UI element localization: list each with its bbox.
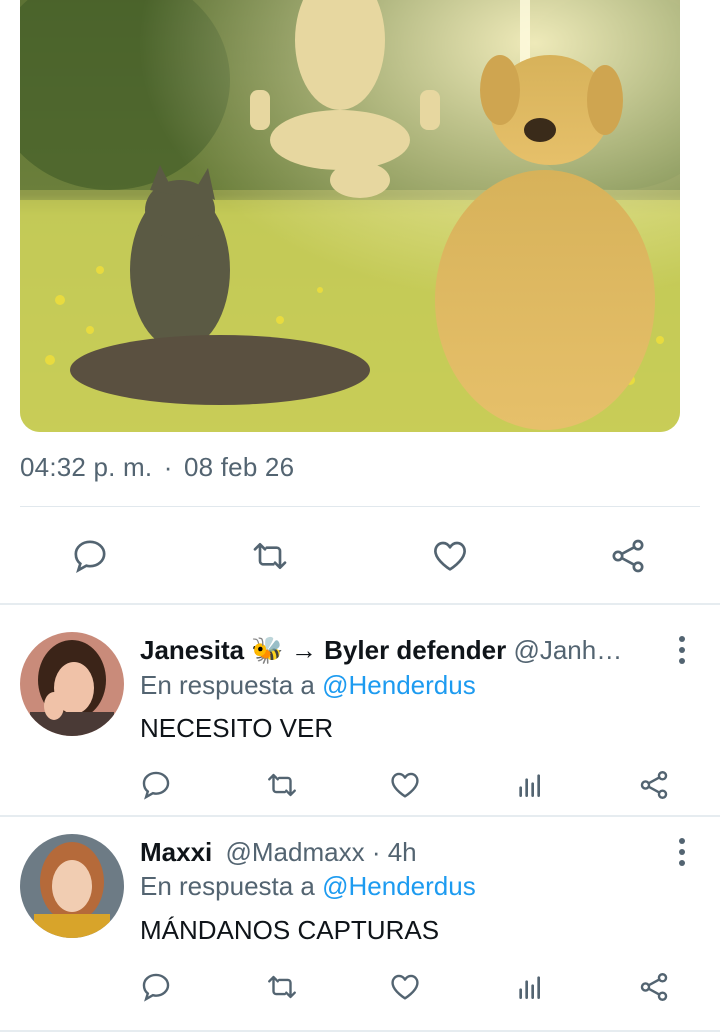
reply-icon — [74, 540, 106, 573]
tweet-action-bar — [0, 530, 720, 580]
user-avatar-image — [20, 632, 124, 736]
retweet-icon — [253, 543, 287, 569]
share-icon — [612, 539, 644, 573]
retweet-button[interactable] — [262, 969, 302, 1005]
more-dot-icon — [679, 636, 685, 642]
more-dot-icon — [679, 647, 685, 653]
reply-text: NECESITO VER — [140, 713, 334, 743]
avatar[interactable] — [20, 632, 124, 736]
reply-prefix: En respuesta a — [140, 871, 315, 901]
like-button[interactable] — [428, 534, 472, 578]
reply-icon — [142, 973, 170, 1002]
user-handle[interactable]: @Janh… — [513, 635, 622, 665]
reply-button[interactable] — [136, 969, 176, 1005]
reply-author-line: Janesita 🐝 → Byler defender @Janh… — [140, 633, 670, 667]
display-name[interactable]: Janesita — [140, 635, 244, 665]
timestamp-time: 04:32 p. m. — [20, 452, 153, 482]
meditating-dogs-photo — [20, 0, 680, 432]
reply-divider — [0, 1030, 720, 1032]
retweet-button[interactable] — [246, 534, 294, 578]
reply-author-line: Maxxi @Madmaxx · 4h — [140, 835, 670, 869]
reply-mention-link[interactable]: @Henderdus — [322, 670, 476, 700]
reply-button[interactable] — [68, 534, 112, 578]
like-button[interactable] — [385, 969, 425, 1005]
more-dot-icon — [679, 849, 685, 855]
more-options-button[interactable] — [672, 835, 692, 869]
share-icon — [640, 771, 668, 799]
reply-icon — [142, 771, 170, 800]
more-options-button[interactable] — [672, 633, 692, 667]
user-handle[interactable]: @Madmaxx — [226, 837, 365, 867]
retweet-button[interactable] — [262, 767, 302, 803]
analytics-icon — [519, 774, 540, 797]
tweet-timestamp[interactable]: 04:32 p. m. · 08 feb 26 — [20, 452, 294, 483]
avatar[interactable] — [20, 834, 124, 938]
reply-text: MÁNDANOS CAPTURAS — [140, 915, 440, 945]
share-button[interactable] — [634, 767, 674, 803]
heart-icon — [391, 974, 419, 1000]
share-icon — [640, 973, 668, 1001]
bee-emoji: 🐝 — [251, 635, 284, 665]
reply-time[interactable]: · 4h — [372, 837, 417, 867]
reply-context: En respuesta a @Henderdus — [140, 869, 476, 903]
analytics-icon — [519, 976, 540, 999]
timestamp-date: 08 feb 26 — [184, 452, 295, 482]
reply-tweet[interactable]: Maxxi @Madmaxx · 4h En respuesta a @Hend… — [0, 817, 720, 1027]
display-name[interactable]: Maxxi — [140, 837, 212, 867]
reply-button[interactable] — [136, 767, 176, 803]
retweet-icon — [268, 975, 296, 999]
heart-icon — [434, 541, 466, 571]
reply-prefix: En respuesta a — [140, 670, 315, 700]
heart-icon — [391, 772, 419, 798]
reply-context: En respuesta a @Henderdus — [140, 668, 476, 702]
more-dot-icon — [679, 860, 685, 866]
display-name-suffix[interactable]: → Byler defender — [291, 635, 506, 665]
more-dot-icon — [679, 838, 685, 844]
timestamp-divider — [20, 506, 700, 507]
share-button[interactable] — [606, 534, 650, 578]
reply-tweet[interactable]: Janesita 🐝 → Byler defender @Janh… En re… — [0, 605, 720, 815]
analytics-button[interactable] — [510, 969, 550, 1005]
timestamp-separator: · — [163, 452, 173, 482]
reply-mention-link[interactable]: @Henderdus — [322, 871, 476, 901]
more-dot-icon — [679, 658, 685, 664]
like-button[interactable] — [385, 767, 425, 803]
share-button[interactable] — [634, 969, 674, 1005]
retweet-icon — [268, 773, 296, 797]
user-avatar-image — [20, 834, 124, 938]
analytics-button[interactable] — [510, 767, 550, 803]
tweet-media-image[interactable] — [20, 0, 680, 432]
